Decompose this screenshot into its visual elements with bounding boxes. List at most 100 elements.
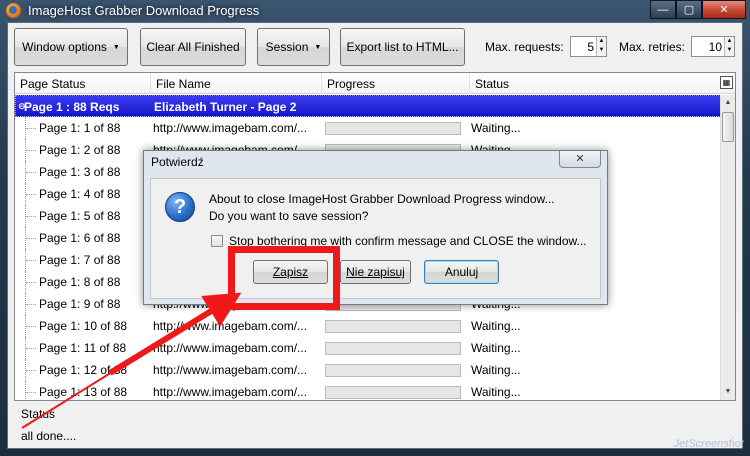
dialog-close-button[interactable]: ✕ xyxy=(559,151,601,168)
status-label: Status xyxy=(21,407,56,421)
row-status: Waiting... xyxy=(471,363,521,377)
row-page-status: Page 1: 6 of 88 xyxy=(39,231,121,245)
row-page-status: Page 1: 13 of 88 xyxy=(39,385,128,399)
close-button[interactable]: ✕ xyxy=(702,0,746,19)
highlight-box xyxy=(228,246,340,310)
row-page-status: Page 1: 12 of 88 xyxy=(39,363,128,377)
tree-branch xyxy=(26,282,36,283)
group-page-status: Page 1 : 88 Reqs xyxy=(24,100,120,114)
row-file-name: http://www.imagebam.com/... xyxy=(153,319,308,333)
tree-branch xyxy=(26,150,36,151)
table-row[interactable]: Page 1: 11 of 88 http://www.imagebam.com/… xyxy=(15,337,721,359)
firefox-icon xyxy=(6,3,21,18)
column-picker-icon[interactable]: ▦ xyxy=(720,76,733,89)
max-retries-spinner[interactable]: 10 ▲ ▼ xyxy=(691,36,735,57)
window-title: ImageHost Grabber Download Progress xyxy=(28,3,260,18)
tree-branch xyxy=(26,216,36,217)
table-row[interactable]: Page 1: 10 of 88 http://www.imagebam.com/… xyxy=(15,315,721,337)
table-row[interactable]: Page 1: 13 of 88 http://www.imagebam.com/… xyxy=(15,381,721,400)
max-requests-spinner[interactable]: 5 ▲ ▼ xyxy=(570,36,607,57)
row-page-status: Page 1: 9 of 88 xyxy=(39,297,121,311)
table-row[interactable]: Page 1: 12 of 88 http://www.imagebam.com/… xyxy=(15,359,721,381)
tree-branch xyxy=(26,238,36,239)
clear-all-finished-label: Clear All Finished xyxy=(146,40,240,54)
column-progress[interactable]: Progress xyxy=(322,73,470,94)
tree-branch xyxy=(26,392,36,393)
session-label: Session xyxy=(265,40,309,54)
dropdown-arrow-icon: ▼ xyxy=(112,43,120,51)
row-page-status: Page 1: 4 of 88 xyxy=(39,187,121,201)
maximize-icon: ▢ xyxy=(683,4,695,16)
column-file-name[interactable]: File Name xyxy=(151,73,322,94)
question-icon: ? xyxy=(165,192,195,222)
window-controls: — ▢ ✕ xyxy=(650,0,746,19)
tree-branch xyxy=(26,260,36,261)
cancel-button[interactable]: Anuluj xyxy=(424,260,499,284)
tree-branch xyxy=(26,194,36,195)
row-status: Waiting... xyxy=(471,341,521,355)
minimize-button[interactable]: — xyxy=(650,0,676,19)
row-progress-bar xyxy=(325,122,461,135)
scroll-down-icon[interactable]: ▼ xyxy=(721,384,735,400)
window-options-label: Window options xyxy=(22,40,107,54)
dont-ask-checkbox[interactable] xyxy=(211,235,223,247)
export-html-button[interactable]: Export list to HTML... xyxy=(340,28,465,66)
table-row[interactable]: Page 1: 1 of 88 http://www.imagebam.com/.… xyxy=(15,117,721,139)
spinner-arrows-icon[interactable]: ▲ ▼ xyxy=(724,37,734,56)
row-page-status: Page 1: 10 of 88 xyxy=(39,319,128,333)
row-status: Waiting... xyxy=(471,319,521,333)
tree-branch xyxy=(26,348,36,349)
row-page-status: Page 1: 7 of 88 xyxy=(39,253,121,267)
maximize-button[interactable]: ▢ xyxy=(676,0,702,19)
clear-all-finished-button[interactable]: Clear All Finished xyxy=(140,28,246,66)
max-requests-value: 5 xyxy=(587,40,594,54)
max-retries-label: Max. retries: xyxy=(619,40,686,54)
row-page-status: Page 1: 1 of 88 xyxy=(39,121,121,135)
max-requests-label: Max. requests: xyxy=(485,40,564,54)
row-file-name: http://www.imagebam.com/... xyxy=(153,363,308,377)
row-status: Waiting... xyxy=(471,385,521,399)
row-progress-bar xyxy=(325,386,461,399)
group-row[interactable]: ⊖ Page 1 : 88 Reqs Elizabeth Turner - Pa… xyxy=(15,95,721,117)
max-retries-value: 10 xyxy=(708,40,722,54)
minimize-icon: — xyxy=(657,3,669,16)
tree-branch xyxy=(26,326,36,327)
session-button[interactable]: Session ▼ xyxy=(257,28,330,66)
dont-save-button-label: Nie zapisuj xyxy=(346,265,405,279)
dropdown-arrow-icon: ▼ xyxy=(314,43,322,51)
scroll-up-icon[interactable]: ▲ xyxy=(721,95,735,111)
close-icon: ✕ xyxy=(719,4,729,16)
status-text: all done.... xyxy=(21,429,77,443)
title-bar[interactable]: ImageHost Grabber Download Progress — ▢ … xyxy=(0,0,750,22)
row-page-status: Page 1: 2 of 88 xyxy=(39,143,121,157)
spinner-arrows-icon[interactable]: ▲ ▼ xyxy=(596,37,606,56)
column-status[interactable]: Status xyxy=(470,73,720,94)
row-file-name: http://www.imagebam.com/... xyxy=(153,385,308,399)
row-status: Waiting... xyxy=(471,121,521,135)
export-html-label: Export list to HTML... xyxy=(346,40,459,54)
dialog-message-line1: About to close ImageHost Grabber Downloa… xyxy=(209,192,555,206)
row-page-status: Page 1: 8 of 88 xyxy=(39,275,121,289)
tree-branch xyxy=(26,370,36,371)
row-page-status: Page 1: 3 of 88 xyxy=(39,165,121,179)
confirm-dialog: Potwierdź ✕ ? About to close ImageHost G… xyxy=(143,150,608,305)
group-file-name: Elizabeth Turner - Page 2 xyxy=(154,100,297,114)
column-page-status[interactable]: Page Status xyxy=(15,73,151,94)
dont-save-button[interactable]: Nie zapisuj xyxy=(340,260,411,284)
tree-line xyxy=(25,381,26,400)
row-page-status: Page 1: 5 of 88 xyxy=(39,209,121,223)
dialog-title: Potwierdź xyxy=(151,155,204,169)
watermark: JetScreenshot xyxy=(673,438,744,450)
row-page-status: Page 1: 11 of 88 xyxy=(39,341,127,355)
status-area: Status all done.... ⋰ xyxy=(14,403,736,447)
window-options-button[interactable]: Window options ▼ xyxy=(14,28,128,66)
dialog-message-line2: Do you want to save session? xyxy=(209,209,369,223)
row-file-name: http://www.imagebam.com/... xyxy=(153,341,308,355)
scroll-thumb[interactable] xyxy=(722,112,734,142)
dialog-body: ? About to close ImageHost Grabber Downl… xyxy=(150,178,601,299)
tree-branch xyxy=(26,304,36,305)
vertical-scrollbar[interactable]: ▲ ▼ xyxy=(720,95,735,400)
tree-branch xyxy=(26,128,36,129)
row-progress-bar xyxy=(325,342,461,355)
row-file-name: http://www.imagebam.com/... xyxy=(153,121,308,135)
